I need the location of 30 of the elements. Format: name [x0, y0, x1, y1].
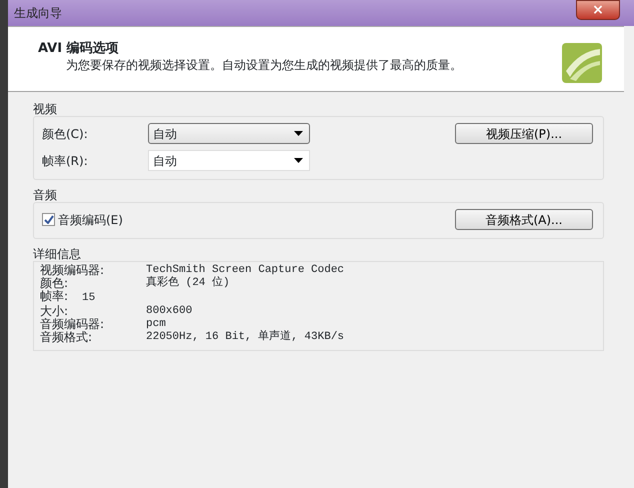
field-label: 帧率(R):	[42, 152, 89, 170]
detail-label: 音频格式:	[40, 331, 94, 344]
detail-label: 颜色:	[40, 277, 70, 290]
group-label: 详细信息	[33, 247, 82, 261]
group-label: 视频	[33, 102, 58, 116]
detail-label: 帧率:	[40, 289, 68, 303]
header-subtitle: 为您要保存的视频选择设置。自动设置为您生成的视频提供了最高的质量。	[65, 57, 462, 73]
dropdown[interactable]: 自动	[148, 150, 310, 171]
detail-label: 大小:	[40, 305, 70, 318]
caret-icon	[294, 158, 303, 163]
wizard-logo-icon	[560, 41, 604, 85]
caret-icon	[294, 131, 303, 136]
check-icon	[44, 215, 54, 224]
detail-value: 真彩色 (24 位)	[146, 277, 230, 290]
audio-format-button[interactable]: 音频格式(A)...	[455, 209, 593, 230]
detail-value: TechSmith Screen Capture Codec	[146, 264, 344, 276]
checkbox-label: 音频编码(E)	[58, 212, 123, 228]
video-compression-button[interactable]: 视频压缩(P)...	[455, 123, 593, 144]
window-title: 生成向导	[14, 5, 62, 22]
detail-label: 音频编码器:	[40, 318, 106, 331]
detail-value: 15	[81, 292, 96, 304]
header-title: AVI 编码选项	[38, 41, 120, 57]
detail-value: 800x600	[146, 305, 192, 318]
checkbox[interactable]	[42, 213, 55, 226]
detail-label: 视频编码器:	[40, 264, 106, 277]
dropdown[interactable]: 自动	[148, 123, 310, 144]
detail-value: 22050Hz, 16 Bit, 单声道, 43KB/s	[146, 331, 344, 344]
detail-value: pcm	[146, 318, 166, 331]
group-label: 音频	[33, 188, 58, 202]
field-label: 颜色(C):	[42, 126, 89, 142]
